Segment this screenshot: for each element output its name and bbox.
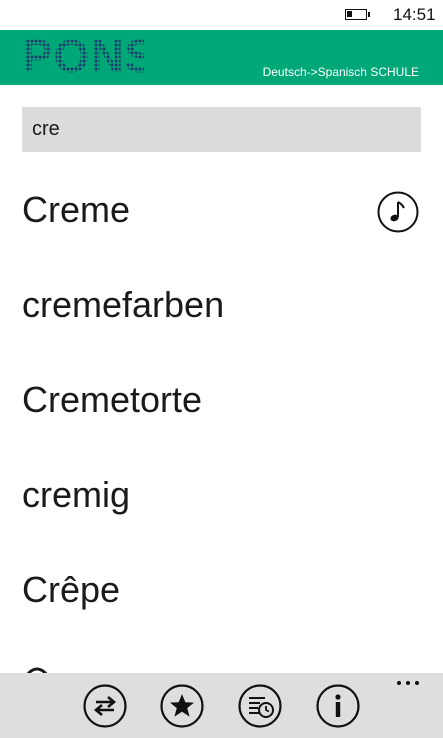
result-word[interactable]: cremefarben bbox=[22, 285, 224, 325]
info-icon[interactable] bbox=[316, 684, 360, 728]
history-icon[interactable] bbox=[238, 684, 282, 728]
svg-text:PONS: PONS bbox=[22, 35, 144, 77]
pons-logo: PONS bbox=[22, 35, 144, 77]
result-item-cremefarben[interactable]: cremefarben bbox=[0, 255, 443, 350]
more-dots-icon[interactable] bbox=[396, 679, 420, 687]
battery-level bbox=[347, 11, 352, 17]
music-note-icon[interactable] bbox=[377, 191, 419, 233]
result-item-crepe[interactable]: Crêpe bbox=[0, 540, 443, 635]
status-bar: 14:51 bbox=[0, 0, 443, 30]
result-item-cremig[interactable]: cremig bbox=[0, 445, 443, 540]
dictionary-label: Deutsch->Spanisch SCHULE bbox=[262, 65, 419, 79]
swap-direction-icon[interactable] bbox=[83, 684, 127, 728]
result-item-creme[interactable]: Creme bbox=[0, 160, 443, 255]
result-word[interactable]: Cremetorte bbox=[22, 380, 202, 420]
star-icon[interactable] bbox=[160, 684, 204, 728]
battery-icon bbox=[345, 9, 370, 20]
search-input[interactable]: cre bbox=[22, 107, 421, 152]
result-word[interactable]: cremig bbox=[22, 475, 130, 515]
results-list: Creme cremefarben Cremetorte cremig Crêp… bbox=[0, 160, 443, 673]
app-header: PONS Deutsch->Spanisch SCHULE bbox=[0, 30, 443, 85]
result-word[interactable]: Creme bbox=[22, 190, 130, 230]
clock: 14:51 bbox=[393, 5, 436, 24]
result-word[interactable]: Crêpe bbox=[22, 570, 120, 610]
next-result-peek bbox=[26, 667, 48, 673]
result-item-cremetorte[interactable]: Cremetorte bbox=[0, 350, 443, 445]
app-bar bbox=[0, 673, 443, 738]
